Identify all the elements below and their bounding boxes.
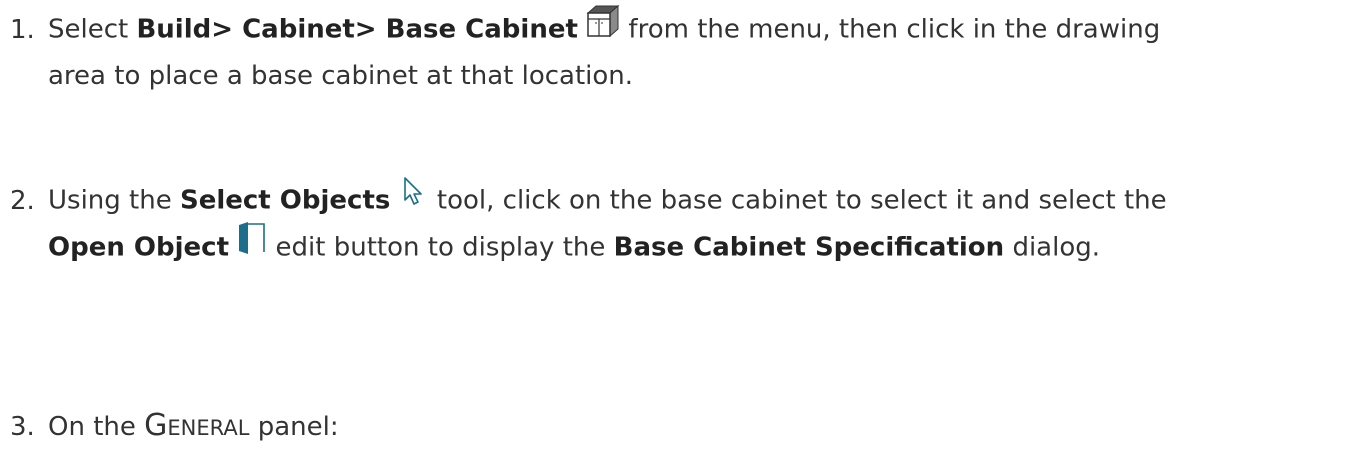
step-number: 1. [10, 14, 35, 45]
step-text: panel: [249, 412, 339, 442]
panel-name-initial: G [144, 408, 168, 443]
button-name: Open Object [48, 232, 230, 263]
step-1-line-1: 1. Select Build> Cabinet> Base Cabinet fr… [10, 3, 1348, 54]
step-number: 3. [10, 412, 35, 442]
base-cabinet-icon [586, 3, 620, 51]
step-text: Select [48, 14, 137, 45]
select-arrow-icon [399, 175, 429, 221]
step-2: 2. Using the Select Objects tool, click o… [10, 175, 1348, 272]
open-object-icon [237, 221, 267, 269]
step-1: 1. Select Build> Cabinet> Base Cabinet fr… [10, 3, 1348, 98]
step-3: 3. On the GENERAL panel: [10, 404, 1348, 450]
step-text: Using the [48, 185, 180, 216]
step-text: from the menu, then click in the drawing [620, 14, 1161, 45]
step-2-line-2: Open Object edit button to display the B… [10, 221, 1348, 272]
panel-name-rest: ENERAL [167, 416, 250, 440]
step-number: 2. [10, 185, 35, 216]
step-1-line-2: area to place a base cabinet at that loc… [48, 61, 634, 91]
tool-name: Select Objects [179, 185, 391, 216]
step-text: edit button to display the [267, 232, 614, 263]
step-text: dialog. [1004, 232, 1101, 263]
menu-path: Build> Cabinet> Base Cabinet [136, 14, 578, 45]
dialog-name: Base Cabinet Specification [613, 232, 1005, 263]
step-text: tool, click on the base cabinet to selec… [436, 185, 1167, 216]
step-text: On the [48, 412, 145, 442]
step-3-line-1: 3. On the GENERAL panel: [10, 404, 1348, 450]
step-2-line-1: 2. Using the Select Objects tool, click o… [10, 175, 1348, 224]
